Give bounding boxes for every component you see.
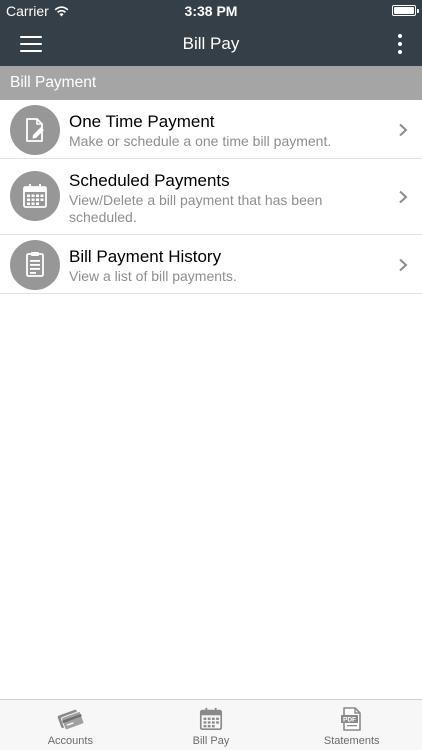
pdf-icon: PDF bbox=[337, 706, 367, 732]
document-pencil-icon bbox=[10, 105, 60, 155]
tab-statements[interactable]: PDF Statements bbox=[281, 700, 422, 750]
hamburger-menu-icon[interactable] bbox=[20, 36, 42, 52]
chevron-right-icon bbox=[399, 258, 408, 272]
list-item-subtitle: View/Delete a bill payment that has been… bbox=[69, 192, 323, 225]
calendar-icon bbox=[196, 706, 226, 732]
bill-pay-menu-list: One Time Payment Make or schedule a one … bbox=[0, 100, 422, 294]
nav-bar: Bill Pay bbox=[0, 22, 422, 66]
tab-bar: Accounts Bill Pay PDF Statements bbox=[0, 699, 422, 750]
list-item-subtitle: View a list of bill payments. bbox=[69, 268, 237, 284]
page-title: Bill Pay bbox=[182, 34, 240, 53]
tab-accounts[interactable]: Accounts bbox=[0, 700, 141, 750]
list-item-bill-payment-history[interactable]: Bill Payment History View a list of bill… bbox=[0, 235, 422, 294]
battery-fill bbox=[394, 7, 414, 14]
battery-icon bbox=[392, 5, 419, 16]
tab-label: Bill Pay bbox=[192, 735, 230, 747]
more-vertical-icon[interactable] bbox=[396, 34, 404, 54]
status-time: 3:38 PM bbox=[184, 3, 238, 19]
list-item-title: Bill Payment History bbox=[69, 247, 222, 266]
cards-icon bbox=[55, 706, 85, 732]
list-item-one-time-payment[interactable]: One Time Payment Make or schedule a one … bbox=[0, 100, 422, 159]
tab-label: Accounts bbox=[47, 735, 93, 747]
section-header-bill-payment: Bill Payment bbox=[0, 66, 422, 100]
list-item-title: Scheduled Payments bbox=[69, 171, 230, 190]
list-item-title: One Time Payment bbox=[69, 112, 215, 131]
list-item-subtitle: Make or schedule a one time bill payment… bbox=[69, 133, 332, 149]
status-bar: Carrier 3:38 PM bbox=[0, 0, 422, 22]
list-item-scheduled-payments[interactable]: Scheduled Payments View/Delete a bill pa… bbox=[0, 159, 422, 235]
tab-label: Statements bbox=[323, 735, 380, 747]
pdf-icon-text: PDF bbox=[343, 717, 356, 724]
tab-bill-pay[interactable]: Bill Pay bbox=[141, 700, 282, 750]
app-header: Carrier 3:38 PM Bill Pay bbox=[0, 0, 422, 66]
document-list-icon bbox=[10, 240, 60, 290]
calendar-icon bbox=[10, 171, 60, 221]
chevron-right-icon bbox=[399, 190, 408, 204]
chevron-right-icon bbox=[399, 123, 408, 137]
